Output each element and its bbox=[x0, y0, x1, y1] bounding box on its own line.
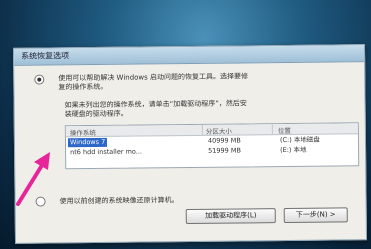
load-driver-button[interactable]: 加载驱动程序(L) bbox=[185, 208, 276, 225]
column-divider bbox=[201, 124, 203, 135]
row-os: Windows 7 bbox=[67, 137, 108, 148]
dialog-title: 系统恢复选项 bbox=[21, 51, 70, 61]
arrow-annotation-icon bbox=[16, 152, 50, 206]
os-list-table: 操作系统 分区大小 位置 Windows 7 40999 MB (C:) 本地磁… bbox=[64, 122, 360, 170]
option-recovery-tools-radio[interactable] bbox=[34, 74, 45, 85]
info-text-cont: 装硬盘的驱动程序。 bbox=[64, 109, 128, 119]
option-system-image-label: 使用以前创建的系统映像还原计算机。 bbox=[59, 196, 179, 206]
table-row[interactable]: nt6 hdd installer mo... 51999 MB (E:) 本地 bbox=[66, 145, 358, 157]
row-location: (C:) 本地磁盘 bbox=[279, 135, 320, 145]
column-os[interactable]: 操作系统 bbox=[70, 127, 96, 137]
column-size[interactable]: 分区大小 bbox=[206, 126, 232, 136]
row-location: (E:) 本地 bbox=[280, 145, 307, 155]
column-divider bbox=[271, 124, 273, 135]
next-button[interactable]: 下一步(N) > bbox=[283, 207, 348, 224]
dialog-titlebar: 系统恢复选项 bbox=[13, 45, 365, 66]
row-size: 40999 MB bbox=[207, 136, 241, 145]
option-recovery-tools-label-cont: 复的操作系统。 bbox=[58, 82, 108, 92]
row-size: 51999 MB bbox=[208, 146, 241, 155]
system-recovery-dialog: 系统恢复选项 使用可以帮助解决 Windows 启动问题的恢复工具。选择要修 复… bbox=[12, 44, 368, 244]
row-os: nt6 hdd installer mo... bbox=[70, 147, 143, 157]
column-location[interactable]: 位置 bbox=[278, 125, 291, 135]
